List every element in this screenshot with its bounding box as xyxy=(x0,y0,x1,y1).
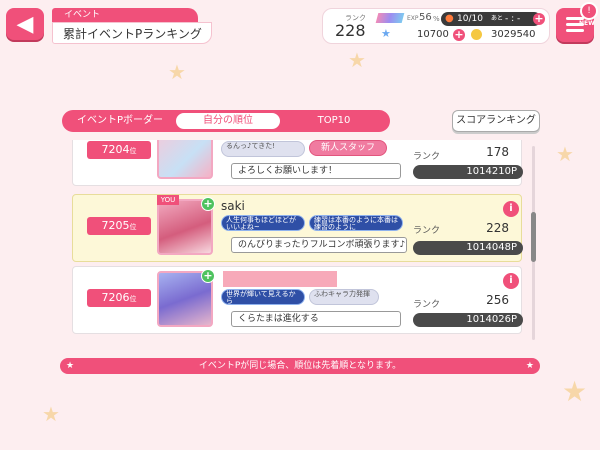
player-rank-value: 178 xyxy=(486,145,509,159)
star-icon: ★ xyxy=(525,361,534,371)
player-rank-label: ランク xyxy=(413,226,441,236)
event-points: 1014048P xyxy=(413,241,523,255)
flame-icon: ● xyxy=(445,13,454,24)
page-title-block: イベント 累計イベントPランキング xyxy=(52,8,212,44)
player-title-badge: るんっ♪てきた! xyxy=(221,141,305,157)
player-title-badge: 練習は本番のように本番は練習のように xyxy=(309,215,403,231)
player-rank-label: ランク xyxy=(413,152,441,162)
you-tag: YOU xyxy=(157,195,179,205)
player-rank-value: 228 xyxy=(486,221,509,235)
star-decoration-icon: ★ xyxy=(562,375,588,408)
star-decoration-icon: ★ xyxy=(348,48,366,72)
exp-label: EXP xyxy=(407,15,419,22)
star-decoration-icon: ★ xyxy=(168,60,186,84)
page-title: 累計イベントPランキング xyxy=(52,22,212,44)
ranking-list[interactable]: 7204位 るんっ♪てきた! 新人スタッフ よろしくお願いします！ ランク 17… xyxy=(62,140,532,340)
player-name: saki xyxy=(221,199,245,213)
notice-text: イベントPが同じ場合、順位は先着順となります。 xyxy=(198,361,402,371)
stamina-suffix: あと xyxy=(491,15,504,22)
star-icon: ★ xyxy=(66,361,75,371)
exp-gauge xyxy=(375,13,405,23)
player-rank-value: 256 xyxy=(486,293,509,307)
rank-value: 228 xyxy=(335,21,366,40)
player-title-badge: 人生何事もほどほどがいいよね~ xyxy=(221,215,305,231)
star-decoration-icon: ★ xyxy=(556,142,574,166)
add-friend-icon[interactable]: + xyxy=(201,197,215,211)
ranking-row-me[interactable]: 7205位 YOU + saki 人生何事もほどほどがいいよね~ 練習は本番のよ… xyxy=(72,194,523,262)
player-title-badge: 世界が輝いて見えるから xyxy=(221,289,305,305)
tab-my-rank[interactable]: 自分の順位 xyxy=(176,113,280,129)
rank-position-badge: 7204位 xyxy=(87,141,151,159)
page-category: イベント xyxy=(52,8,198,22)
notice-banner: ★ イベントPが同じ場合、順位は先着順となります。 ★ xyxy=(60,358,540,374)
player-comment: のんびりまったりフルコンボ頑張ります♪ xyxy=(231,237,407,253)
rank-position-badge: 7205位 xyxy=(87,217,151,235)
event-points: 1014210P xyxy=(413,165,523,179)
player-comment: よろしくお願いします！ xyxy=(231,163,401,179)
player-avatar[interactable] xyxy=(157,140,213,179)
back-button[interactable]: ◀ xyxy=(6,8,44,40)
coin-count: 3029540 xyxy=(491,29,536,40)
tab-event-border[interactable]: イベントPボーダー xyxy=(68,113,172,129)
star-decoration-icon: ★ xyxy=(42,402,60,426)
player-name-hidden xyxy=(223,271,337,287)
player-rank-label: ランク xyxy=(413,300,441,310)
rank-position-badge: 7206位 xyxy=(87,289,151,307)
tab-top10[interactable]: TOP10 xyxy=(284,113,384,129)
stamina-timer: - : - xyxy=(505,14,521,24)
stamina-counter: ● 10/10 あと - : - xyxy=(441,12,541,26)
score-ranking-button[interactable]: スコアランキング xyxy=(452,110,540,132)
exp-percent: 56 xyxy=(419,12,432,23)
exp-unit: % xyxy=(433,15,440,23)
currency-row: ★ 10700 + 3029540 xyxy=(377,27,547,41)
add-friend-icon[interactable]: + xyxy=(201,269,215,283)
ranking-row[interactable]: 7204位 るんっ♪てきた! 新人スタッフ よろしくお願いします！ ランク 17… xyxy=(72,140,523,186)
list-scroll-thumb[interactable] xyxy=(531,212,536,262)
stamina-plus-button[interactable]: + xyxy=(533,13,545,25)
new-badge-icon: ! xyxy=(580,2,598,20)
info-icon[interactable]: i xyxy=(503,201,519,217)
ranking-tabbar: イベントPボーダー 自分の順位 TOP10 xyxy=(62,110,390,132)
star-gem-icon: ★ xyxy=(381,27,391,40)
stamina-value: 10/10 xyxy=(457,14,483,24)
player-comment: くらたまは進化する xyxy=(231,311,401,327)
player-status-panel: ランク 228 EXP 56 % ● 10/10 あと - : - + ★ 10… xyxy=(322,8,550,44)
star-gem-count: 10700 xyxy=(417,29,449,40)
event-points: 1014026P xyxy=(413,313,523,327)
info-icon[interactable]: i xyxy=(503,273,519,289)
player-title-badge: ふわキャラ力発揮 xyxy=(309,289,379,305)
back-arrow-icon: ◀ xyxy=(16,11,34,37)
ranking-row[interactable]: 7206位 + 世界が輝いて見えるから ふわキャラ力発揮 くらたまは進化する i… xyxy=(72,266,523,334)
player-title-badge: 新人スタッフ xyxy=(309,140,387,156)
coin-icon xyxy=(471,29,482,40)
gem-plus-button[interactable]: + xyxy=(453,29,465,41)
new-badge-label: NEW xyxy=(579,20,595,27)
